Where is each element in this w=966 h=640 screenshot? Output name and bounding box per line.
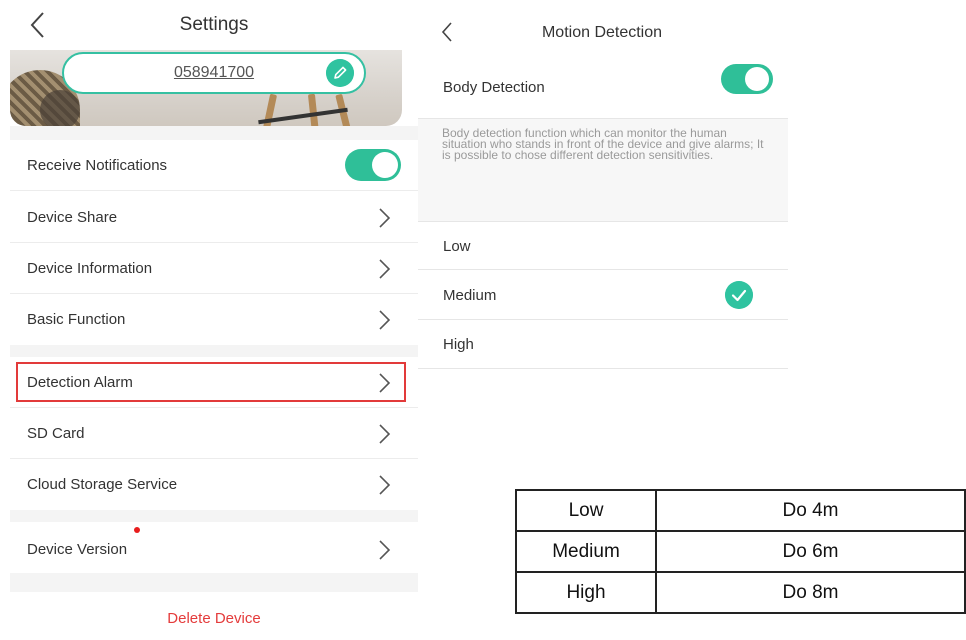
row-device-version[interactable]: Device Version (10, 522, 418, 573)
row-label: Device Share (27, 209, 118, 226)
row-basic-function[interactable]: Basic Function (10, 294, 418, 345)
page-title: Settings (179, 14, 249, 35)
delete-device-label: Delete Device (167, 610, 261, 627)
section-gap (10, 510, 418, 522)
sensitivity-medium[interactable]: Medium (443, 287, 496, 304)
body-detection-description: Body detection function which can monito… (442, 126, 764, 162)
sensitivity-low[interactable]: Low (443, 238, 471, 255)
chevron-right-icon (379, 475, 391, 495)
chevron-right-icon (379, 540, 391, 560)
table-cell-level: Medium (515, 530, 657, 573)
chevron-right-icon (379, 424, 391, 444)
row-device-information[interactable]: Device Information (10, 243, 418, 294)
table-cell-range: Do 8m (655, 571, 966, 614)
row-device-share[interactable]: Device Share (10, 192, 418, 243)
row-label: Cloud Storage Service (27, 476, 178, 493)
row-label: Device Information (27, 260, 153, 277)
table-cell-range: Do 6m (655, 530, 966, 573)
row-label: Receive Notifications (27, 157, 168, 174)
row-sd-card[interactable]: SD Card (10, 408, 418, 459)
toggle-knob (745, 67, 769, 91)
toggle-knob (372, 152, 398, 178)
row-cloud-storage[interactable]: Cloud Storage Service (10, 459, 418, 510)
check-icon (725, 281, 753, 309)
divider (418, 368, 788, 369)
divider (418, 319, 788, 320)
row-label: Basic Function (27, 311, 126, 328)
chevron-right-icon (379, 310, 391, 330)
section-gap (10, 126, 418, 140)
table-cell-range: Do 4m (655, 489, 966, 532)
update-badge-dot (134, 527, 140, 533)
divider (418, 269, 788, 270)
body-detection-toggle[interactable] (721, 64, 773, 94)
table-row: Low Do 4m (515, 489, 966, 532)
section-gap (10, 573, 418, 592)
chevron-right-icon (379, 259, 391, 279)
sensitivity-range-table: Low Do 4m Medium Do 6m High Do 8m (515, 489, 966, 614)
edit-pencil-icon[interactable] (326, 59, 354, 87)
row-receive-notifications: Receive Notifications (10, 140, 418, 191)
chevron-right-icon (379, 208, 391, 228)
notifications-toggle[interactable] (345, 149, 401, 181)
table-row: High Do 8m (515, 571, 966, 614)
row-label: SD Card (27, 425, 85, 442)
device-serial[interactable]: 058941700 (62, 64, 366, 82)
table-cell-level: High (515, 571, 657, 614)
detection-alarm-highlight (16, 362, 406, 402)
row-label: Device Version (27, 541, 128, 558)
body-detection-label: Body Detection (443, 79, 545, 96)
sensitivity-high[interactable]: High (443, 336, 474, 353)
divider (418, 221, 788, 222)
section-gap (10, 345, 418, 357)
table-row: Medium Do 6m (515, 530, 966, 573)
table-cell-level: Low (515, 489, 657, 532)
motion-page-title: Motion Detection (541, 24, 663, 41)
